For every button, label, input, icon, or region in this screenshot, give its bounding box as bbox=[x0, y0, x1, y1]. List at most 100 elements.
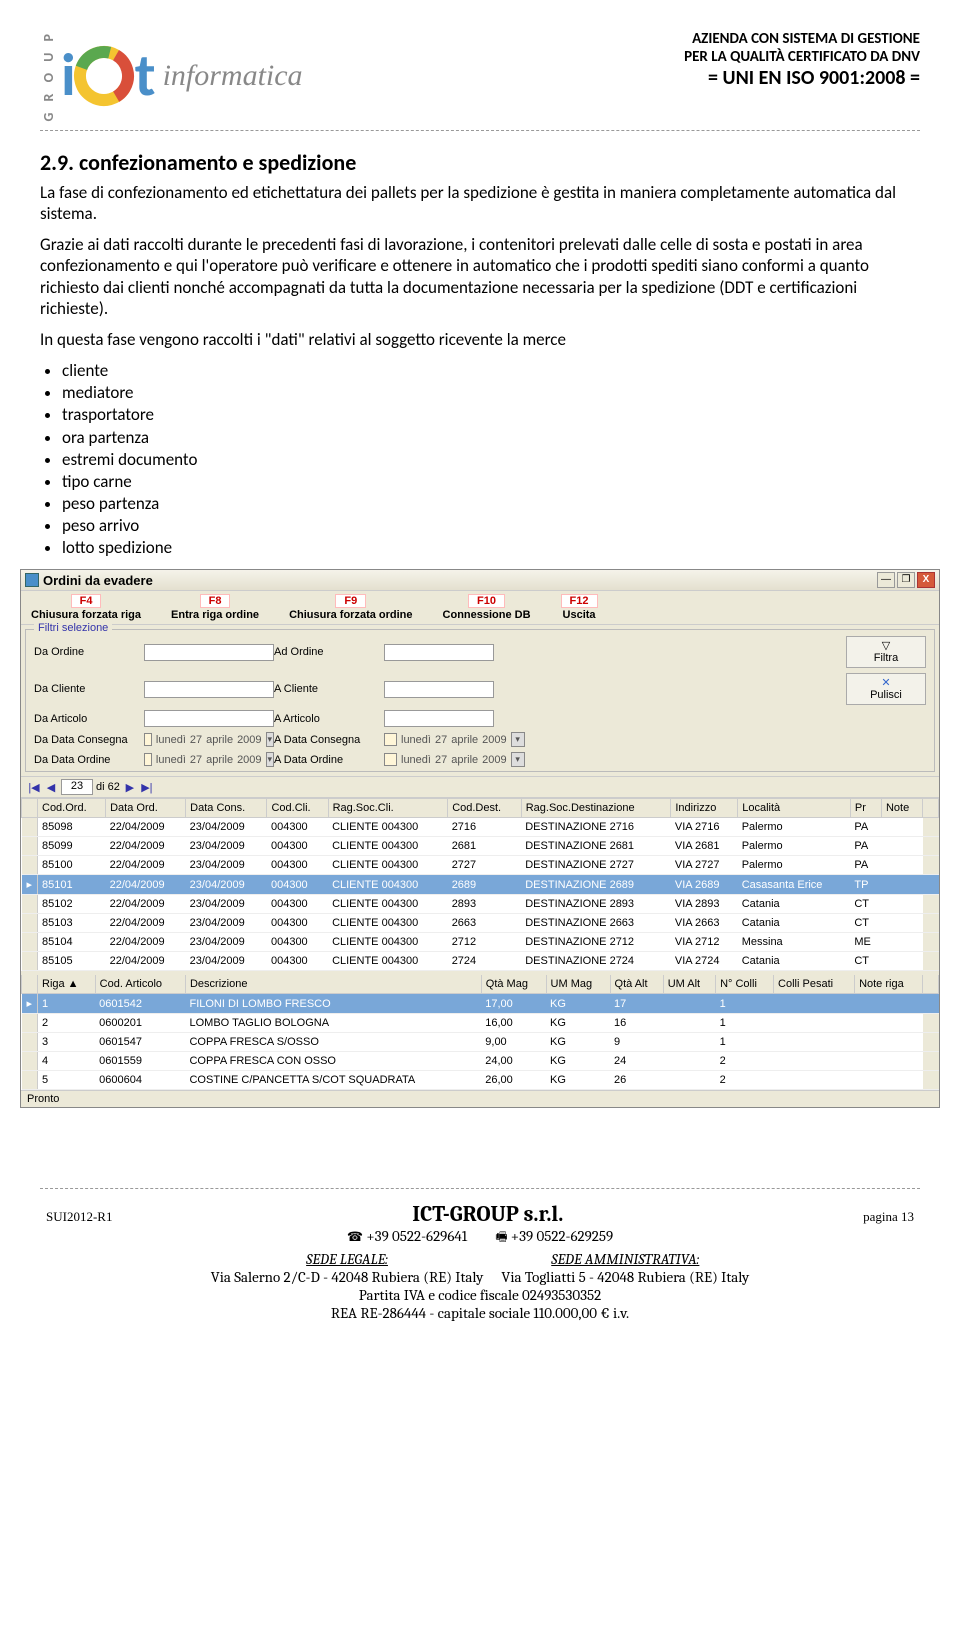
input-da-cliente[interactable] bbox=[144, 681, 274, 698]
cell: 2689 bbox=[448, 875, 522, 895]
column-header[interactable]: Cod. Articolo bbox=[95, 973, 185, 994]
cell: CT bbox=[850, 895, 881, 914]
date-da-data-ordine[interactable]: lunedì 27 aprile 2009 ▾ bbox=[144, 752, 274, 767]
column-header[interactable]: Note riga bbox=[855, 973, 923, 994]
chevron-down-icon[interactable]: ▾ bbox=[266, 732, 274, 747]
cell: COPPA FRESCA S/OSSO bbox=[185, 1033, 481, 1052]
table-row[interactable]: 50600604COSTINE C/PANCETTA S/COT SQUADRA… bbox=[22, 1071, 939, 1090]
orders-grid[interactable]: Cod.Ord.Data Ord.Data Cons.Cod.Cli.Rag.S… bbox=[21, 798, 939, 971]
toolbar-label: Chiusura forzata riga bbox=[31, 609, 141, 621]
restore-button[interactable]: ❐ bbox=[897, 572, 915, 588]
bullet-item: estremi documento bbox=[62, 449, 920, 471]
table-row[interactable]: 30601547COPPA FRESCA S/OSSO9,00KG91 bbox=[22, 1033, 939, 1052]
column-header[interactable]: Rag.Soc.Cli. bbox=[328, 799, 448, 818]
column-header[interactable]: Data Cons. bbox=[186, 799, 267, 818]
toolbar-item[interactable]: F10Connessione DB bbox=[443, 594, 531, 621]
cell bbox=[881, 837, 922, 856]
column-header[interactable]: N° Colli bbox=[716, 973, 774, 994]
cell: CLIENTE 004300 bbox=[328, 837, 448, 856]
toolbar-item[interactable]: F9Chiusura forzata ordine bbox=[289, 594, 412, 621]
cell: DESTINAZIONE 2727 bbox=[521, 856, 671, 875]
paragraph-2: Grazie ai dati raccolti durante le prece… bbox=[40, 234, 920, 319]
cell bbox=[855, 1033, 923, 1052]
input-da-articolo[interactable] bbox=[144, 710, 274, 727]
toolbar-item[interactable]: F12Uscita bbox=[561, 594, 598, 621]
column-header[interactable]: Rag.Soc.Destinazione bbox=[521, 799, 671, 818]
table-row[interactable]: ▸10601542FILONI DI LOMBO FRESCO17,00KG17… bbox=[22, 994, 939, 1014]
input-a-cliente[interactable] bbox=[384, 681, 494, 698]
toolbar-item[interactable]: F8Entra riga ordine bbox=[171, 594, 259, 621]
cell: 85103 bbox=[38, 914, 106, 933]
column-header[interactable]: Cod.Ord. bbox=[38, 799, 106, 818]
cell: CLIENTE 004300 bbox=[328, 952, 448, 971]
fkey-badge: F9 bbox=[335, 594, 366, 608]
row-marker bbox=[22, 952, 38, 971]
table-row[interactable]: 40601559COPPA FRESCA CON OSSO24,00KG242 bbox=[22, 1052, 939, 1071]
cell: KG bbox=[546, 1014, 610, 1033]
column-header[interactable]: Qtà Mag bbox=[481, 973, 546, 994]
checkbox-icon[interactable] bbox=[384, 753, 397, 766]
pulisci-button[interactable]: ✕Pulisci bbox=[846, 673, 926, 705]
order-lines-grid[interactable]: Riga ▲Cod. ArticoloDescrizioneQtà MagUM … bbox=[21, 971, 939, 1090]
table-row[interactable]: 8509822/04/200923/04/2009004300CLIENTE 0… bbox=[22, 818, 939, 837]
cell: 23/04/2009 bbox=[186, 837, 267, 856]
column-header[interactable]: Qtà Alt bbox=[610, 973, 663, 994]
checkbox-icon[interactable] bbox=[384, 733, 397, 746]
cell: Casasanta Erice bbox=[738, 875, 851, 895]
logo-letter-i: i bbox=[61, 39, 73, 112]
first-page-button[interactable]: |◀ bbox=[27, 781, 41, 794]
row-marker bbox=[22, 818, 38, 837]
row-marker: ▸ bbox=[22, 875, 38, 895]
toolbar-item[interactable]: F4Chiusura forzata riga bbox=[31, 594, 141, 621]
toolbar-label: Entra riga ordine bbox=[171, 609, 259, 621]
prev-page-button[interactable]: ◀ bbox=[44, 781, 58, 794]
date-a-data-ordine[interactable]: lunedì 27 aprile 2009 ▾ bbox=[384, 752, 584, 767]
checkbox-icon[interactable] bbox=[144, 753, 152, 766]
date-a-data-consegna[interactable]: lunedì 27 aprile 2009 ▾ bbox=[384, 732, 584, 747]
minimize-button[interactable]: — bbox=[877, 572, 895, 588]
table-row[interactable]: 8510022/04/200923/04/2009004300CLIENTE 0… bbox=[22, 856, 939, 875]
chevron-down-icon[interactable]: ▾ bbox=[266, 752, 274, 767]
column-header[interactable]: Riga ▲ bbox=[38, 973, 96, 994]
last-page-button[interactable]: ▶| bbox=[140, 781, 154, 794]
column-header[interactable]: UM Mag bbox=[546, 973, 610, 994]
column-header[interactable]: Descrizione bbox=[185, 973, 481, 994]
column-header[interactable]: Data Ord. bbox=[106, 799, 186, 818]
table-row[interactable]: 8510522/04/200923/04/2009004300CLIENTE 0… bbox=[22, 952, 939, 971]
cell: CLIENTE 004300 bbox=[328, 895, 448, 914]
column-header[interactable]: UM Alt bbox=[663, 973, 715, 994]
input-da-ordine[interactable] bbox=[144, 644, 274, 661]
footer-company: ICT-GROUP s.r.l. bbox=[412, 1201, 563, 1227]
next-page-button[interactable]: ▶ bbox=[123, 781, 137, 794]
cell: 2 bbox=[716, 1071, 774, 1090]
table-row[interactable]: 8509922/04/200923/04/2009004300CLIENTE 0… bbox=[22, 837, 939, 856]
page-current[interactable]: 23 bbox=[61, 779, 93, 795]
column-header[interactable]: Note bbox=[881, 799, 922, 818]
column-header[interactable]: Pr bbox=[850, 799, 881, 818]
table-row[interactable]: 20600201LOMBO TAGLIO BOLOGNA16,00KG161 bbox=[22, 1014, 939, 1033]
chevron-down-icon[interactable]: ▾ bbox=[511, 752, 525, 767]
scrollbar-placeholder[interactable] bbox=[923, 799, 939, 818]
chevron-down-icon[interactable]: ▾ bbox=[511, 732, 525, 747]
filtra-button[interactable]: ▽Filtra bbox=[846, 636, 926, 668]
checkbox-icon[interactable] bbox=[144, 733, 152, 746]
input-a-articolo[interactable] bbox=[384, 710, 494, 727]
cell: 22/04/2009 bbox=[106, 914, 186, 933]
row-marker bbox=[22, 837, 38, 856]
date-da-data-consegna[interactable]: lunedì 27 aprile 2009 ▾ bbox=[144, 732, 274, 747]
column-header[interactable]: Località bbox=[738, 799, 851, 818]
column-header[interactable]: Colli Pesati bbox=[774, 973, 855, 994]
scrollbar-placeholder[interactable] bbox=[923, 973, 939, 994]
column-header[interactable]: Indirizzo bbox=[671, 799, 738, 818]
table-row[interactable]: ▸8510122/04/200923/04/2009004300CLIENTE … bbox=[22, 875, 939, 895]
close-button[interactable]: X bbox=[917, 572, 935, 588]
table-row[interactable]: 8510422/04/200923/04/2009004300CLIENTE 0… bbox=[22, 933, 939, 952]
bullet-item: ora partenza bbox=[62, 427, 920, 449]
clear-icon: ✕ bbox=[881, 678, 890, 689]
table-row[interactable]: 8510322/04/200923/04/2009004300CLIENTE 0… bbox=[22, 914, 939, 933]
cell: KG bbox=[546, 1052, 610, 1071]
table-row[interactable]: 8510222/04/200923/04/2009004300CLIENTE 0… bbox=[22, 895, 939, 914]
column-header[interactable]: Cod.Cli. bbox=[267, 799, 328, 818]
column-header[interactable]: Cod.Dest. bbox=[448, 799, 522, 818]
input-ad-ordine[interactable] bbox=[384, 644, 494, 661]
